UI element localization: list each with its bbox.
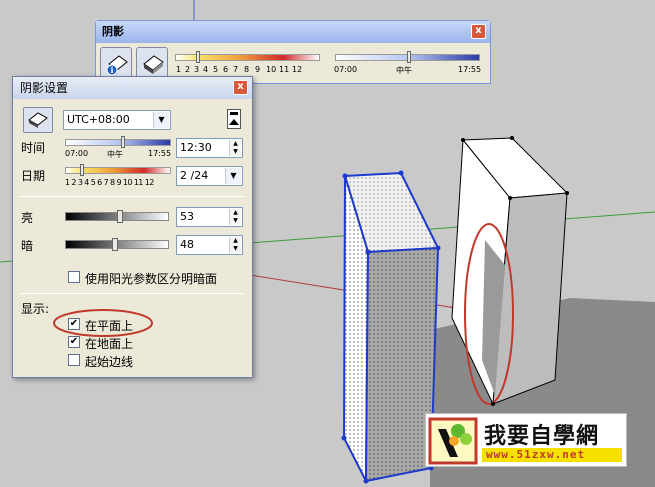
svg-text:i: i [111,65,114,75]
dark-spinner[interactable]: ▲ ▼ [229,237,241,253]
light-input[interactable]: 53 ▲ ▼ [176,207,243,227]
from-edges-checkbox[interactable] [68,354,80,366]
shadow-toggle-button[interactable] [23,107,53,133]
time-input[interactable]: 12:30 ▲ ▼ [176,138,243,158]
light-spinner[interactable]: ▲ ▼ [229,209,241,225]
date-slider-thumb[interactable] [80,164,84,176]
toolbar-time-labels: 07:00 中午 17:55 [334,65,482,75]
shadow-toolbar: 阴影 x i 1 2 3 4 5 6 7 8 9 10 11 12 07:00 … [95,20,491,84]
watermark-title: 我要自學網 [484,423,600,449]
dialog-close-button[interactable]: x [233,80,248,95]
toggle-shadows-icon [143,55,164,74]
toolbar-close-button[interactable]: x [471,24,486,39]
date-slider-ticks: 1 2 3 4 5 6 7 8 9 10 11 12 [65,178,154,187]
date-label: 日期 [21,169,46,183]
toggle-shadows-button[interactable] [136,47,168,79]
use-sun-checkbox[interactable] [68,271,80,283]
shadow-toggle-icon [28,112,48,128]
chevron-down-icon: ▼ [153,112,169,128]
dark-slider-thumb[interactable] [112,238,118,251]
watermark-url: www.51zxw.net [486,448,586,461]
time-spinner[interactable]: ▲ ▼ [229,140,241,156]
dialog-title: 阴影设置 [20,81,69,95]
chevron-down-icon: ▼ [225,168,241,184]
time-slider-thumb[interactable] [121,136,125,148]
dialog-title-bar[interactable]: 阴影设置 x [13,77,252,99]
light-label: 亮 [21,211,34,225]
use-sun-label: 使用阳光参数区分明暗面 [85,272,218,286]
toolbar-month-ticks: 1 2 3 4 5 6 7 8 9 10 11 12 [176,65,303,74]
timezone-select[interactable]: UTC+08:00 ▼ [63,110,171,130]
from-edges-label: 起始边线 [85,355,134,369]
shadow-settings-button[interactable]: i [100,47,132,79]
time-slider[interactable] [65,139,171,146]
dark-label: 暗 [21,239,34,253]
toolbar-time-thumb[interactable] [407,51,411,63]
time-label: 时间 [21,141,46,155]
watermark: 我要自學網 www.51zxw.net [425,413,627,467]
triangle-up-icon [229,119,239,125]
dialog-body: UTC+08:00 ▼ 时间 07:00 中午 17:55 12:30 ▲ ▼ 日… [13,99,252,377]
watermark-url-bar: www.51zxw.net [482,448,622,462]
toolbar-month-thumb[interactable] [196,51,200,63]
shadow-settings-dialog: 阴影设置 x UTC+08:00 ▼ 时间 07:00 中午 17:55 12:… [12,76,253,378]
display-label: 显示: [21,302,50,316]
highlight-ellipse-option [53,309,153,337]
shadow-settings-icon: i [106,55,128,76]
time-slider-labels: 07:00 中午 17:55 [65,149,172,159]
light-slider-thumb[interactable] [117,210,123,223]
date-select[interactable]: 2 /24 ▼ [176,166,243,186]
dark-input[interactable]: 48 ▲ ▼ [176,235,243,255]
toolbar-title: 阴影 [102,25,124,38]
toolbar-title-bar[interactable]: 阴影 x [96,21,490,43]
watermark-logo [428,417,478,465]
expand-toggle-button[interactable] [227,109,241,129]
